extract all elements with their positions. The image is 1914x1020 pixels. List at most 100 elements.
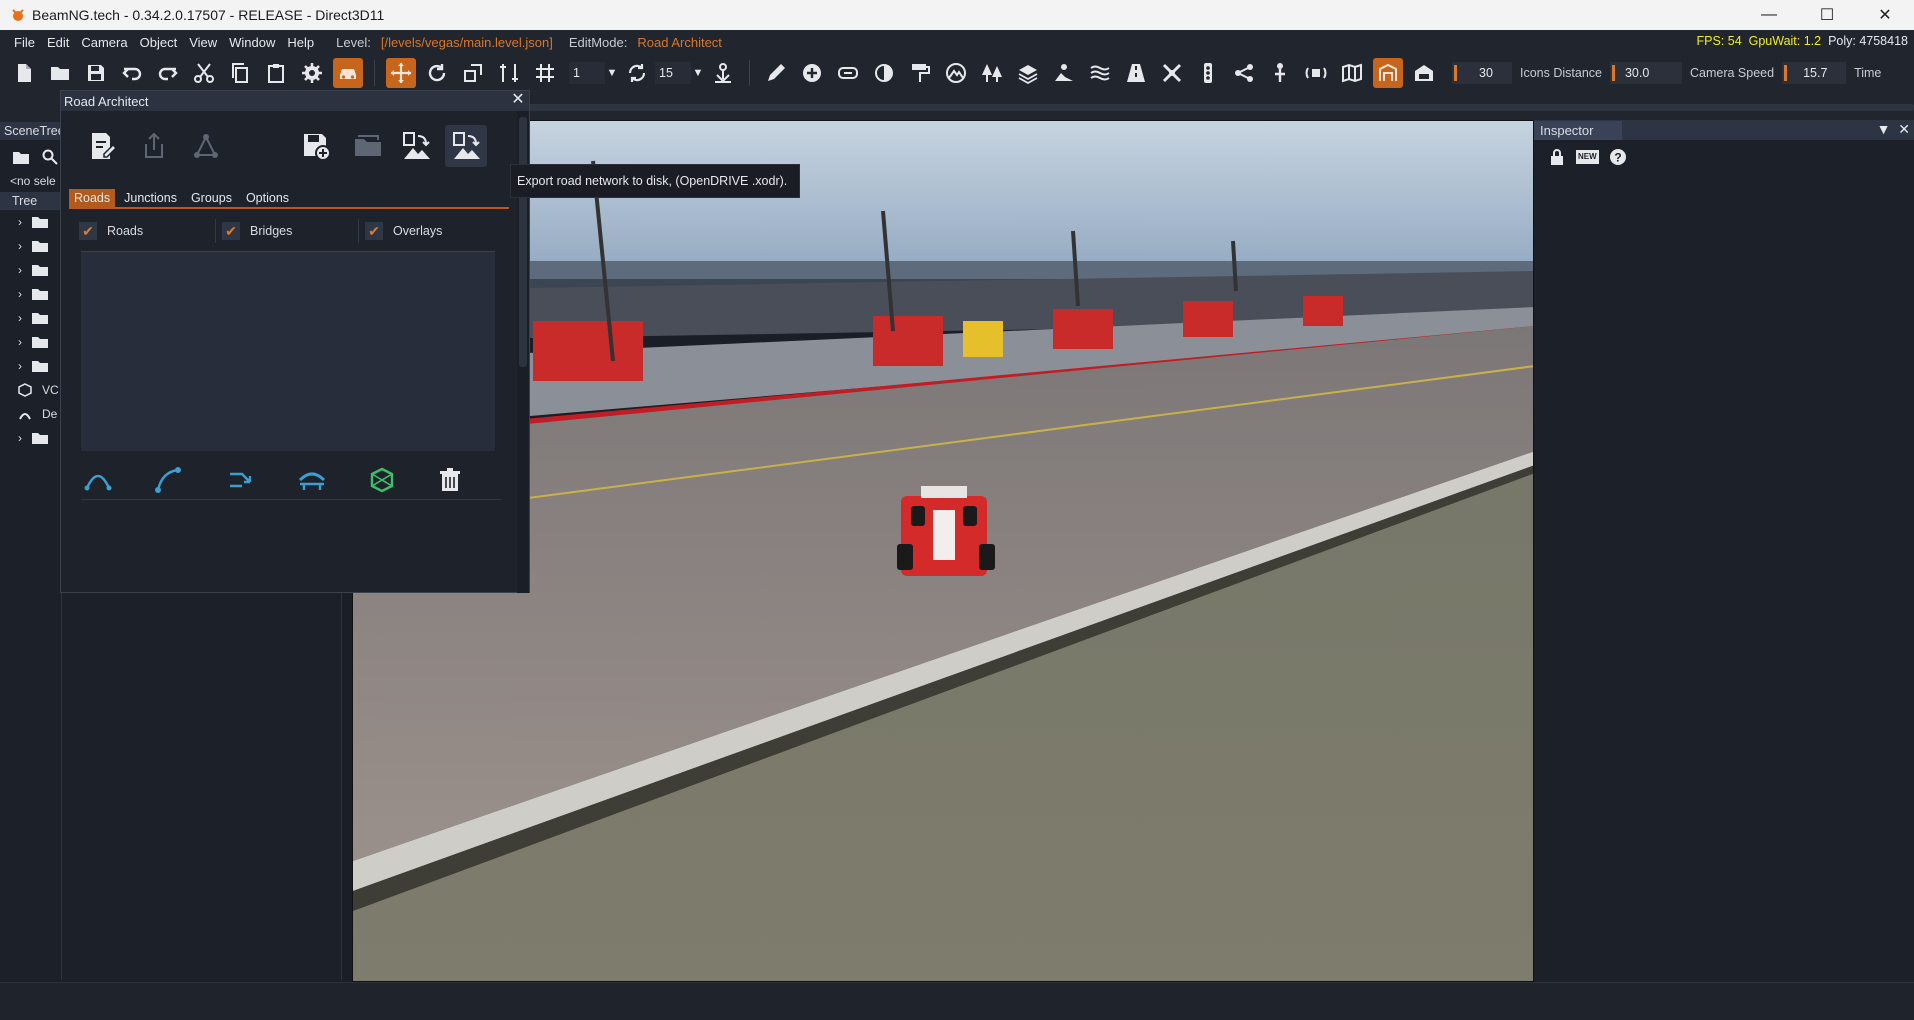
junction-icon[interactable] [1154,55,1190,91]
cut-icon[interactable] [186,55,222,91]
bridges-checkbox[interactable]: ✔ Bridges [216,219,359,243]
edit-document-icon[interactable] [81,125,123,167]
paste-icon[interactable] [258,55,294,91]
roads-checkbox[interactable]: ✔ Roads [73,219,216,243]
menu-view[interactable]: View [183,35,223,50]
tree-row[interactable]: › [0,306,61,330]
new-file-icon[interactable] [6,55,42,91]
menu-object[interactable]: Object [134,35,184,50]
inspector-tab[interactable]: Inspector [1534,120,1622,140]
spline-edit-icon[interactable] [151,463,185,497]
checkmark-icon[interactable]: ✔ [79,222,97,240]
trash-icon[interactable] [433,463,467,497]
settings-gear-icon[interactable] [294,55,330,91]
import-road-icon[interactable] [395,125,437,167]
chevron-right-icon[interactable]: › [18,263,22,277]
export-share-icon[interactable] [133,125,175,167]
close-icon[interactable]: ✕ [1898,121,1910,137]
camera-speed-field[interactable]: 30.0 [1609,62,1682,84]
vehicle-icon[interactable] [333,58,363,88]
tree-row[interactable]: › [0,282,61,306]
road-architect-titlebar[interactable]: Road Architect ✕ [61,91,529,111]
tree-row[interactable]: › [0,354,61,378]
chevron-right-icon[interactable]: › [18,359,22,373]
bezier-curve-icon[interactable] [81,463,115,497]
close-icon[interactable]: ✕ [509,91,527,111]
decal-icon[interactable] [866,55,902,91]
chevron-right-icon[interactable]: › [18,215,22,229]
chevron-right-icon[interactable]: › [18,287,22,301]
chevron-right-icon[interactable]: › [18,431,22,445]
tree-row[interactable]: › [0,258,61,282]
river-icon[interactable] [1082,55,1118,91]
tree-row[interactable]: De [0,402,61,426]
tab-junctions[interactable]: Junctions [119,189,182,207]
grid-snap-icon[interactable] [527,55,563,91]
roads-list[interactable] [81,251,495,451]
grid-snap-value[interactable]: 1 [569,62,605,84]
road-edit-icon[interactable] [830,55,866,91]
axis-align-icon[interactable] [491,55,527,91]
load-folder-icon[interactable] [347,125,389,167]
scrollbar-thumb[interactable] [519,117,527,367]
save-icon[interactable] [78,55,114,91]
undo-icon[interactable] [114,55,150,91]
rotate-snap-value[interactable]: 15 [655,62,691,84]
tree-row[interactable]: › [0,234,61,258]
menu-help[interactable]: Help [281,35,320,50]
chevron-right-icon[interactable]: › [18,335,22,349]
checkmark-icon[interactable]: ✔ [222,222,240,240]
scenetree-header[interactable]: SceneTree [0,122,65,140]
tree-row[interactable]: › [0,330,61,354]
terrain-paint-icon[interactable] [1046,55,1082,91]
help-icon[interactable]: ? [1609,148,1627,166]
traffic-light-icon[interactable] [1190,55,1226,91]
maximize-button[interactable]: ☐ [1798,0,1856,30]
layers-icon[interactable] [1010,55,1046,91]
time-field[interactable]: 15.7 [1782,62,1847,84]
open-folder-icon[interactable] [42,55,78,91]
network-nodes-icon[interactable] [185,125,227,167]
sensor-icon[interactable] [1298,55,1334,91]
chevron-right-icon[interactable]: › [18,311,22,325]
menu-camera[interactable]: Camera [75,35,133,50]
tree-row[interactable]: VC [0,378,61,402]
tree-row[interactable]: › [0,210,61,234]
split-road-icon[interactable] [223,463,257,497]
tab-roads[interactable]: Roads [69,189,116,207]
menu-window[interactable]: Window [223,35,281,50]
copy-icon[interactable] [222,55,258,91]
rotate-snap-icon[interactable] [619,55,655,91]
checkmark-icon[interactable]: ✔ [365,222,383,240]
tree-row[interactable]: › [0,426,61,450]
garage-icon[interactable] [1406,55,1442,91]
terrain-brush-icon[interactable] [938,55,974,91]
tab-groups[interactable]: Groups [186,189,237,207]
add-folder-icon[interactable] [12,148,30,166]
map-icon[interactable] [1334,55,1370,91]
road-lanes-icon[interactable] [1118,55,1154,91]
new-badge-icon[interactable]: NEW [1576,150,1599,164]
icons-distance-field[interactable]: 30 [1452,62,1512,84]
overlay-cube-icon[interactable] [365,463,399,497]
spawn-point-icon[interactable] [1262,55,1298,91]
add-circle-icon[interactable] [794,55,830,91]
pencil-icon[interactable] [758,55,794,91]
paint-roller-icon[interactable] [902,55,938,91]
chevron-right-icon[interactable]: › [18,239,22,253]
menu-file[interactable]: File [0,35,41,50]
translate-gizmo-icon[interactable] [386,58,416,88]
close-window-button[interactable]: ✕ [1856,0,1914,30]
collapse-icon[interactable]: ▼ [1877,121,1891,137]
menu-edit[interactable]: Edit [41,35,75,50]
rotate-gizmo-icon[interactable] [419,55,455,91]
road-architect-icon[interactable] [1373,58,1403,88]
redo-icon[interactable] [150,55,186,91]
scale-gizmo-icon[interactable] [455,55,491,91]
chevron-down-icon[interactable]: ▼ [691,67,705,79]
minimize-button[interactable]: — [1740,0,1798,30]
forest-icon[interactable] [974,55,1010,91]
export-opendrive-icon[interactable] [445,125,487,167]
overlays-checkbox[interactable]: ✔ Overlays [359,219,502,243]
tab-options[interactable]: Options [241,189,294,207]
